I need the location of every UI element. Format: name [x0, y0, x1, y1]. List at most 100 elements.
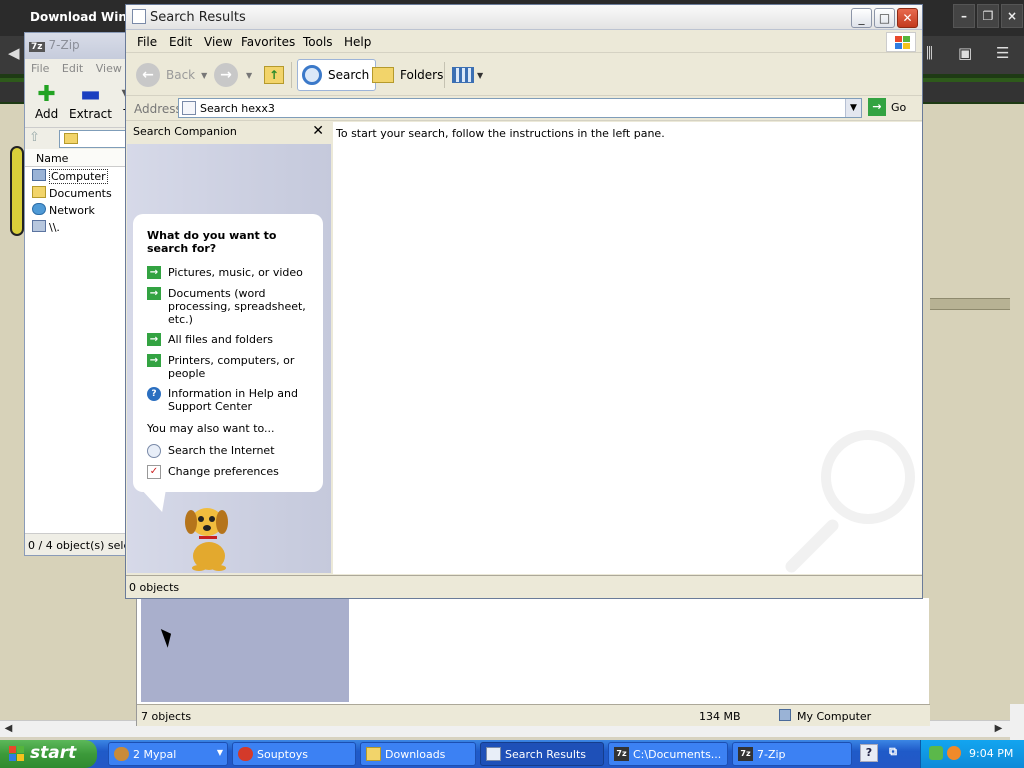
column-header-name[interactable]: Name — [25, 149, 133, 167]
mypal-icon — [114, 747, 129, 761]
green-arrow-icon: → — [147, 333, 161, 346]
search-dog-icon[interactable] — [177, 500, 237, 572]
go-label: Go — [891, 100, 907, 114]
up-folder-button[interactable]: ↑ — [264, 59, 284, 91]
address-input[interactable]: Search hexx3 ▼ — [178, 98, 862, 118]
minus-icon: ▬ — [80, 82, 101, 107]
address-dropdown-button[interactable]: ▼ — [845, 99, 861, 117]
magnifier-watermark-icon — [821, 430, 915, 524]
chevron-down-icon[interactable]: ▼ — [201, 71, 207, 80]
tray-network-icon[interactable] — [929, 746, 943, 760]
menu-help[interactable]: Help — [344, 35, 371, 49]
status-objects: 0 objects — [129, 581, 180, 594]
views-button[interactable]: ▼ — [452, 59, 483, 91]
menu-file[interactable]: File — [137, 35, 157, 49]
option-all-files-and-folders[interactable]: → All files and folders — [147, 333, 317, 346]
browser-restore-button[interactable]: ❐ — [977, 4, 999, 28]
system-tray: 9:04 PM — [920, 740, 1024, 768]
taskbar-item-documents-path[interactable]: 7z C:\Documents... — [608, 742, 728, 766]
chevron-down-icon[interactable]: ▼ — [477, 71, 483, 80]
sidebar-icon[interactable]: ▣ — [958, 44, 972, 62]
search-button[interactable]: Search — [297, 59, 377, 91]
folders-button[interactable]: Folders — [372, 59, 443, 91]
folder-icon — [366, 747, 381, 761]
content-stripe — [930, 298, 1010, 310]
sevenzip-menu-edit[interactable]: Edit — [62, 62, 83, 75]
browser-close-button[interactable]: × — [1001, 4, 1023, 28]
option-pictures-music-video[interactable]: → Pictures, music, or video — [147, 266, 317, 279]
results-message: To start your search, follow the instruc… — [336, 127, 665, 140]
green-arrow-icon: → — [147, 354, 161, 367]
back-button[interactable]: ← Back ▼ — [136, 59, 207, 91]
sevenzip-logo-icon: 7z — [29, 42, 45, 52]
clock: 9:04 PM — [969, 747, 1014, 760]
taskbar-item-souptoys[interactable]: Souptoys — [232, 742, 356, 766]
option-printers-computers-people[interactable]: → Printers, computers, or people — [147, 354, 317, 380]
scroll-right-arrow-icon[interactable]: ▶ — [990, 721, 1007, 737]
browser-minimize-button[interactable]: – — [953, 4, 975, 28]
up-folder-icon[interactable]: ⇧ — [29, 130, 49, 148]
chevron-down-icon[interactable]: ▼ — [217, 748, 223, 757]
forward-button[interactable]: → ▼ — [214, 59, 252, 91]
sevenzip-menu-file[interactable]: File — [31, 62, 49, 75]
close-pane-icon[interactable]: ✕ — [312, 123, 324, 139]
taskbar-item-downloads[interactable]: Downloads — [360, 742, 476, 766]
folder-icon — [32, 186, 46, 198]
list-item[interactable]: \\. — [25, 218, 133, 235]
close-button[interactable]: ✕ — [897, 8, 918, 28]
back-arrow-icon[interactable]: ◀ — [8, 44, 20, 62]
maximize-button[interactable]: □ — [874, 8, 895, 28]
chevron-down-icon[interactable]: ▼ — [246, 71, 252, 80]
taskbar-item-search-results[interactable]: Search Results — [480, 742, 604, 766]
plus-icon: ✚ — [37, 82, 56, 107]
statusbar: 0 objects — [126, 575, 922, 598]
option-help-and-support[interactable]: ? Information in Help and Support Center — [147, 387, 317, 413]
add-label: Add — [35, 107, 59, 121]
search-question: What do you want to search for? — [147, 229, 277, 255]
option-search-internet[interactable]: Search the Internet — [147, 444, 317, 458]
windows-logo-icon — [886, 32, 916, 52]
tray-search-icon[interactable] — [947, 746, 961, 760]
library-icon[interactable]: ⫼ — [926, 44, 933, 62]
sevenzip-menu-view[interactable]: View — [96, 62, 122, 75]
restore-windows-icon[interactable]: ⧉ — [884, 744, 902, 762]
also-want-label: You may also want to... — [147, 422, 275, 435]
list-item[interactable]: Documents — [25, 184, 133, 201]
search-results-icon — [486, 747, 501, 761]
menubar: File Edit View Favorites Tools Help — [126, 31, 922, 53]
search-results-icon — [182, 101, 196, 115]
downloads-status-size: 134 MB — [699, 710, 741, 723]
scroll-left-arrow-icon[interactable]: ◀ — [0, 721, 17, 737]
menu-favorites[interactable]: Favorites — [241, 35, 295, 49]
folders-icon — [372, 67, 394, 83]
checklist-icon: ✓ — [147, 465, 161, 479]
list-item[interactable]: Network — [25, 201, 133, 218]
search-label: Search — [328, 68, 370, 82]
search-window-titlebar[interactable]: Search Results _ □ ✕ — [126, 5, 922, 30]
menu-tools[interactable]: Tools — [303, 35, 333, 49]
taskbar-item-mypal[interactable]: 2 Mypal ▼ — [108, 742, 228, 766]
add-button[interactable]: ✚ Add — [35, 82, 59, 122]
hamburger-menu-icon[interactable]: ☰ — [996, 44, 1009, 62]
go-button[interactable]: → Go — [868, 98, 906, 116]
sevenzip-pathbar: ⇧ — [25, 127, 135, 149]
list-item[interactable]: Computer — [25, 167, 133, 184]
path-input[interactable] — [59, 130, 135, 148]
taskbar-item-7zip[interactable]: 7z 7-Zip — [732, 742, 852, 766]
globe-search-icon — [147, 444, 161, 458]
extract-button[interactable]: ▬ Extract — [69, 82, 112, 122]
toolbar: ← Back ▼ → ▼ ↑ Search Folders ▼ — [126, 54, 922, 96]
minimize-button[interactable]: _ — [851, 8, 872, 28]
option-change-preferences[interactable]: ✓ Change preferences — [147, 465, 317, 479]
search-results-window: Search Results _ □ ✕ File Edit View Favo… — [125, 4, 923, 599]
menu-view[interactable]: View — [204, 35, 232, 49]
sevenzip-titlebar[interactable]: 7z 7-Zip — [25, 33, 133, 59]
menu-edit[interactable]: Edit — [169, 35, 192, 49]
browser-vertical-scrollbar[interactable] — [1010, 704, 1024, 740]
folders-label: Folders — [400, 68, 444, 82]
option-documents[interactable]: → Documents (word processing, spreadsheet… — [147, 287, 317, 326]
sevenzip-logo-icon: 7z — [738, 747, 753, 761]
start-button[interactable]: start — [0, 740, 97, 768]
help-icon[interactable]: ? — [860, 744, 878, 762]
sevenzip-window: 7z7-Zip File Edit View ✚ Add ▬ Extract ▾… — [24, 32, 135, 556]
